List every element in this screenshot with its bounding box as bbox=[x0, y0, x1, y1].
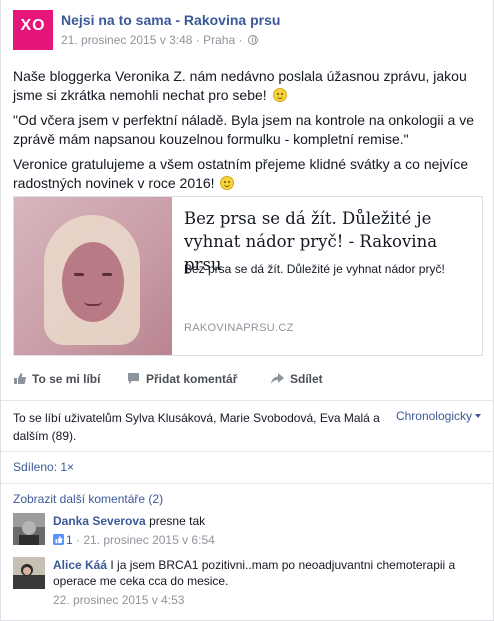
comment-meta: 1 · 21. prosinec 2015 v 6:54 bbox=[53, 532, 478, 548]
smiley-emoji-icon bbox=[220, 176, 235, 190]
commenter-avatar[interactable] bbox=[13, 557, 45, 589]
comment-bubble-icon bbox=[128, 373, 139, 384]
share-arrow-icon bbox=[271, 373, 284, 384]
post-timestamp[interactable]: 21. prosinec 2015 v 3:48 bbox=[61, 33, 192, 47]
comment-timestamp[interactable]: 21. prosinec 2015 v 6:54 bbox=[83, 533, 214, 547]
thumbs-up-icon bbox=[14, 373, 26, 384]
share-button[interactable]: Sdílet bbox=[271, 372, 323, 386]
share-button-label: Sdílet bbox=[290, 372, 323, 386]
comment-button[interactable]: Přidat komentář bbox=[127, 372, 237, 386]
post-paragraph-3: Veronice gratulujeme a všem ostatním pře… bbox=[13, 155, 483, 193]
link-preview-description: Bez prsa se dá žít. Důležité je vyhnat n… bbox=[184, 262, 445, 276]
link-preview-card[interactable]: Bez prsa se dá žít. Důležité je vyhnat n… bbox=[13, 196, 483, 356]
comment-meta: 22. prosinec 2015 v 4:53 bbox=[53, 592, 478, 608]
commenter-name[interactable]: Danka Severova bbox=[53, 514, 146, 528]
like-count-thumbs-up-icon bbox=[53, 534, 64, 545]
meta-separator-2: · bbox=[235, 33, 246, 47]
image-face-shape bbox=[62, 242, 124, 322]
comment-line: Alice Káá I ja jsem BRCA1 pozitivni..mam… bbox=[53, 557, 478, 589]
avatar-logo-text: XO bbox=[20, 17, 46, 34]
image-mouth bbox=[84, 301, 102, 306]
comment-button-label: Přidat komentář bbox=[146, 372, 238, 386]
comment-body: Danka Severova presne tak 1 · 21. prosin… bbox=[53, 513, 478, 548]
page-avatar[interactable]: XO bbox=[13, 10, 53, 50]
comment-sort-dropdown[interactable]: Chronologicky bbox=[396, 409, 481, 423]
comment-body: Alice Káá I ja jsem BRCA1 pozitivni..mam… bbox=[53, 557, 478, 608]
link-preview-image[interactable] bbox=[14, 197, 172, 355]
likes-summary[interactable]: To se líbí uživatelům Sylva Klusáková, M… bbox=[13, 409, 393, 445]
smiley-emoji-icon bbox=[272, 88, 287, 102]
shares-count-link[interactable]: Sdíleno: 1× bbox=[13, 460, 74, 474]
post-paragraph-1-text: Naše bloggerka Veronika Z. nám nedávno p… bbox=[13, 68, 467, 103]
post-paragraph-2-text: "Od včera jsem v perfektní náladě. Byla … bbox=[13, 112, 474, 147]
image-eye-left bbox=[74, 273, 84, 276]
divider bbox=[1, 400, 494, 401]
post-location[interactable]: Praha bbox=[203, 33, 235, 47]
post-text: Naše bloggerka Veronika Z. nám nedávno p… bbox=[13, 67, 483, 199]
post-paragraph-3-text: Veronice gratulujeme a všem ostatním pře… bbox=[13, 156, 469, 191]
comment-text: presne tak bbox=[149, 514, 206, 528]
commenter-name[interactable]: Alice Káá bbox=[53, 558, 107, 572]
post-header: XO Nejsi na to sama - Rakovina prsu 21. … bbox=[13, 8, 483, 52]
comment-item: Danka Severova presne tak 1 · 21. prosin… bbox=[13, 513, 483, 553]
facebook-post-card: XO Nejsi na to sama - Rakovina prsu 21. … bbox=[0, 0, 494, 621]
commenter-avatar[interactable] bbox=[13, 513, 45, 545]
post-paragraph-2: "Od včera jsem v perfektní náladě. Byla … bbox=[13, 111, 483, 149]
link-preview-domain: RAKOVINAPRSU.CZ bbox=[184, 322, 294, 334]
public-globe-icon[interactable] bbox=[247, 35, 258, 45]
meta-separator: · bbox=[192, 33, 204, 47]
image-eye-right bbox=[102, 273, 112, 276]
divider bbox=[1, 483, 494, 484]
post-actions-bar: To se mi líbí Přidat komentář Sdílet bbox=[13, 372, 483, 392]
like-button-label: To se mi líbí bbox=[32, 372, 101, 386]
comment-timestamp[interactable]: 22. prosinec 2015 v 4:53 bbox=[53, 593, 184, 607]
like-button[interactable]: To se mi líbí bbox=[13, 372, 100, 386]
divider bbox=[1, 451, 494, 452]
page-name-link[interactable]: Nejsi na to sama - Rakovina prsu bbox=[61, 12, 280, 28]
comment-text: I ja jsem BRCA1 pozitivni..mam po neoadj… bbox=[53, 558, 456, 588]
comment-item: Alice Káá I ja jsem BRCA1 pozitivni..mam… bbox=[13, 557, 483, 613]
comment-line: Danka Severova presne tak bbox=[53, 513, 478, 529]
view-more-comments-link[interactable]: Zobrazit další komentáře (2) bbox=[13, 492, 163, 506]
comment-like-count[interactable]: 1 bbox=[66, 533, 73, 547]
post-meta: 21. prosinec 2015 v 3:48 · Praha · bbox=[61, 33, 258, 47]
post-paragraph-1: Naše bloggerka Veronika Z. nám nedávno p… bbox=[13, 67, 483, 105]
